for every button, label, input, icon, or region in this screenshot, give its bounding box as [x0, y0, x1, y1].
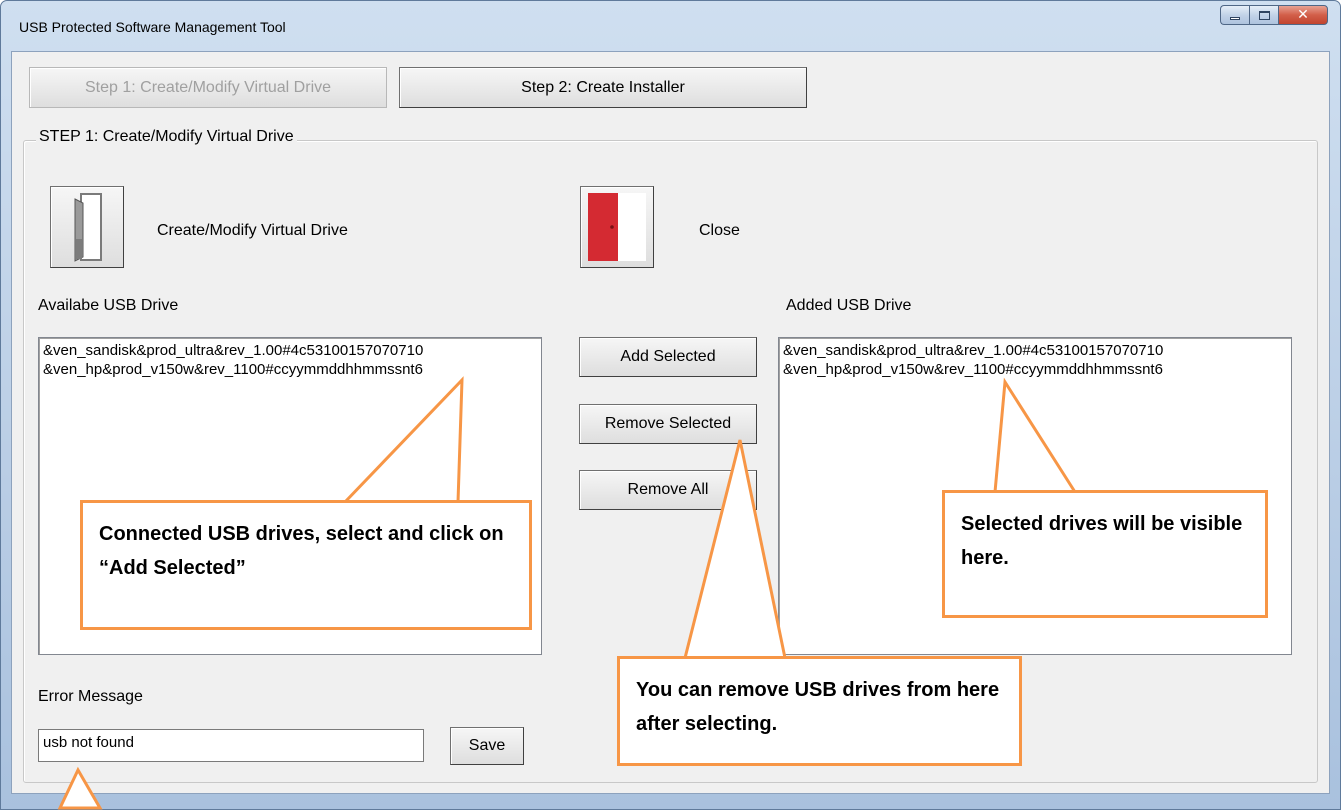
window-title: USB Protected Software Management Tool: [19, 19, 286, 35]
close-button[interactable]: [580, 186, 654, 268]
list-item[interactable]: &ven_hp&prod_v150w&rev_1100#ccyymmddhhmm…: [783, 360, 1287, 379]
groupbox-title: STEP 1: Create/Modify Virtual Drive: [36, 128, 297, 146]
close-window-button[interactable]: ✕: [1278, 5, 1328, 25]
callout-remove: You can remove USB drives from here afte…: [617, 656, 1022, 766]
open-door-icon: [74, 193, 102, 262]
step2-button[interactable]: Step 2: Create Installer: [399, 67, 807, 108]
remove-selected-button[interactable]: Remove Selected: [579, 404, 757, 444]
maximize-icon: [1258, 10, 1270, 20]
list-item[interactable]: &ven_sandisk&prod_ultra&rev_1.00#4c53100…: [783, 341, 1287, 360]
save-button[interactable]: Save: [450, 727, 524, 765]
list-item[interactable]: &ven_hp&prod_v150w&rev_1100#ccyymmddhhmm…: [43, 360, 537, 379]
title-bar[interactable]: USB Protected Software Management Tool ✕: [1, 1, 1340, 51]
window-controls: ✕: [1220, 5, 1328, 27]
callout-connected: Connected USB drives, select and click o…: [80, 500, 532, 630]
callout-selected: Selected drives will be visible here.: [942, 490, 1268, 618]
create-modify-drive-button[interactable]: [50, 186, 124, 268]
remove-all-button[interactable]: Remove All: [579, 470, 757, 510]
list-item[interactable]: &ven_sandisk&prod_ultra&rev_1.00#4c53100…: [43, 341, 537, 360]
minimize-button[interactable]: [1220, 5, 1249, 25]
close-icon: ✕: [1297, 7, 1309, 23]
create-modify-drive-label: Create/Modify Virtual Drive: [157, 222, 348, 239]
available-usb-label: Availabe USB Drive: [38, 297, 179, 314]
minimize-icon: [1230, 16, 1240, 20]
maximize-button[interactable]: [1249, 5, 1278, 25]
step1-button[interactable]: Step 1: Create/Modify Virtual Drive: [29, 67, 387, 108]
added-usb-label: Added USB Drive: [786, 297, 912, 314]
add-selected-button[interactable]: Add Selected: [579, 337, 757, 377]
closed-door-icon: [588, 193, 646, 261]
error-message-label: Error Message: [38, 688, 143, 705]
error-message-field[interactable]: usb not found: [38, 729, 424, 762]
close-label: Close: [699, 222, 740, 239]
